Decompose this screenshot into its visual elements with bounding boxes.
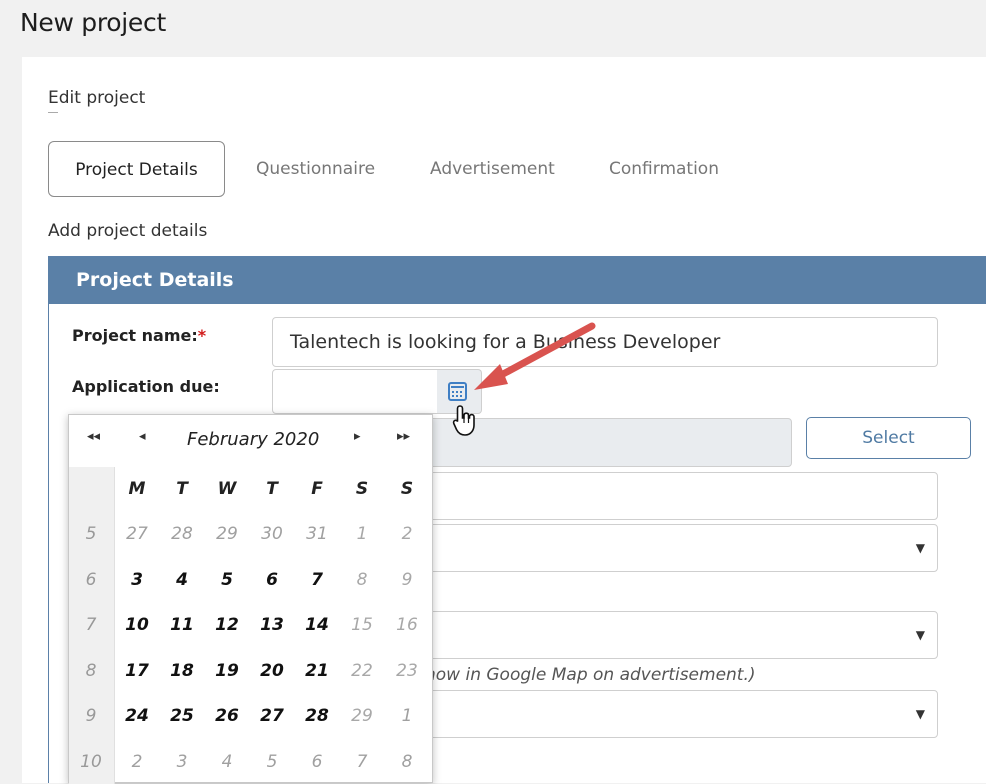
week-number: 9 [85,706,97,726]
calendar-day[interactable]: 28 [162,524,202,544]
required-mark: * [197,326,207,345]
calendar-day[interactable]: 27 [117,524,157,544]
calendar-day[interactable]: 27 [252,706,292,726]
calendar-day[interactable]: 29 [207,524,247,544]
last-month-button[interactable]: ▸▸ [397,429,410,444]
page-title: New project [20,8,166,37]
date-picker-popup: ◂◂ ◂ February 2020 ▸ ▸▸ M T W T F S S 5 27 28 29 30… [68,414,433,784]
calendar-day[interactable]: 28 [297,706,337,726]
hand-cursor-icon [452,405,475,436]
calendar-icon [448,382,467,401]
weekday-header: T [266,479,278,499]
tab-confirmation[interactable]: Confirmation [609,141,719,197]
project-name-label: Project name:* [72,326,207,345]
weekday-header: T [176,479,188,499]
calendar-day[interactable]: 21 [297,661,337,681]
calendar-day[interactable]: 4 [207,752,247,772]
calendar-day[interactable]: 4 [162,570,202,590]
week-number: 8 [85,660,97,681]
caret-down-icon: ▼ [915,628,925,642]
calendar-day[interactable]: 26 [207,706,247,726]
calendar-day[interactable]: 20 [252,661,292,681]
select-button[interactable]: Select [806,417,971,459]
weekday-header: F [311,479,323,499]
calendar-day[interactable]: 6 [252,570,292,590]
project-name-input[interactable]: Talentech is looking for a Business Deve… [272,317,938,367]
next-month-button[interactable]: ▸ [354,429,361,444]
calendar-day[interactable]: 3 [117,570,157,590]
week-number: 5 [85,524,97,544]
first-month-button[interactable]: ◂◂ [87,429,100,444]
google-map-hint: how in Google Map on advertisement.) [425,665,756,685]
calendar-day[interactable]: 18 [162,661,202,681]
panel-header: Project Details [49,257,986,304]
calendar-day[interactable]: 24 [117,706,157,726]
week-number: 6 [85,569,97,590]
edit-project-label: Edit project [48,88,146,108]
calendar-day[interactable]: 6 [297,752,337,772]
weekday-header: S [400,479,414,499]
calendar-day[interactable]: 2 [387,524,427,544]
calendar-day[interactable]: 8 [342,570,382,590]
add-project-details-label: Add project details [48,221,208,241]
calendar-day[interactable]: 14 [297,615,337,635]
red-arrow-icon [474,322,596,390]
calendar-day[interactable]: 5 [207,570,247,590]
weekday-header: S [355,479,369,499]
calendar-day[interactable]: 17 [117,661,157,681]
calendar-day[interactable]: 5 [252,752,292,772]
edit-label-underline [48,112,58,113]
calendar-day[interactable]: 9 [387,570,427,590]
calendar-header: ◂◂ ◂ February 2020 ▸ ▸▸ [69,415,432,467]
calendar-day[interactable]: 7 [342,752,382,772]
calendar-day[interactable]: 31 [297,524,337,544]
application-due-input[interactable] [272,369,438,414]
calendar-day[interactable]: 23 [387,661,427,681]
caret-down-icon: ▼ [915,707,925,721]
calendar-day[interactable]: 7 [297,570,337,590]
calendar-day[interactable]: 3 [162,752,202,772]
caret-down-icon: ▼ [915,541,925,555]
calendar-day[interactable]: 12 [207,615,247,635]
prev-month-button[interactable]: ◂ [139,429,146,444]
calendar-day[interactable]: 15 [342,615,382,635]
calendar-day[interactable]: 19 [207,661,247,681]
weekday-header: M [128,479,146,499]
calendar-day[interactable]: 29 [342,706,382,726]
calendar-day[interactable]: 10 [117,615,157,635]
calendar-day[interactable]: 11 [162,615,202,635]
calendar-day[interactable]: 30 [252,524,292,544]
calendar-day[interactable]: 8 [387,752,427,772]
application-due-label: Application due: [72,377,220,396]
calendar-day[interactable]: 22 [342,661,382,681]
calendar-day[interactable]: 2 [117,752,157,772]
calendar-day[interactable]: 1 [342,524,382,544]
week-number: 7 [85,615,97,635]
tab-questionnaire[interactable]: Questionnaire [256,141,375,197]
calendar-day[interactable]: 25 [162,706,202,726]
calendar-day[interactable]: 13 [252,615,292,635]
tab-advertisement[interactable]: Advertisement [430,141,555,197]
calendar-day[interactable]: 1 [387,706,427,726]
weekday-header: W [217,479,237,499]
calendar-day[interactable]: 16 [387,615,427,635]
tab-project-details[interactable]: Project Details [48,141,225,197]
week-number: 10 [80,751,102,772]
calendar-month-label: February 2020 [187,429,320,450]
